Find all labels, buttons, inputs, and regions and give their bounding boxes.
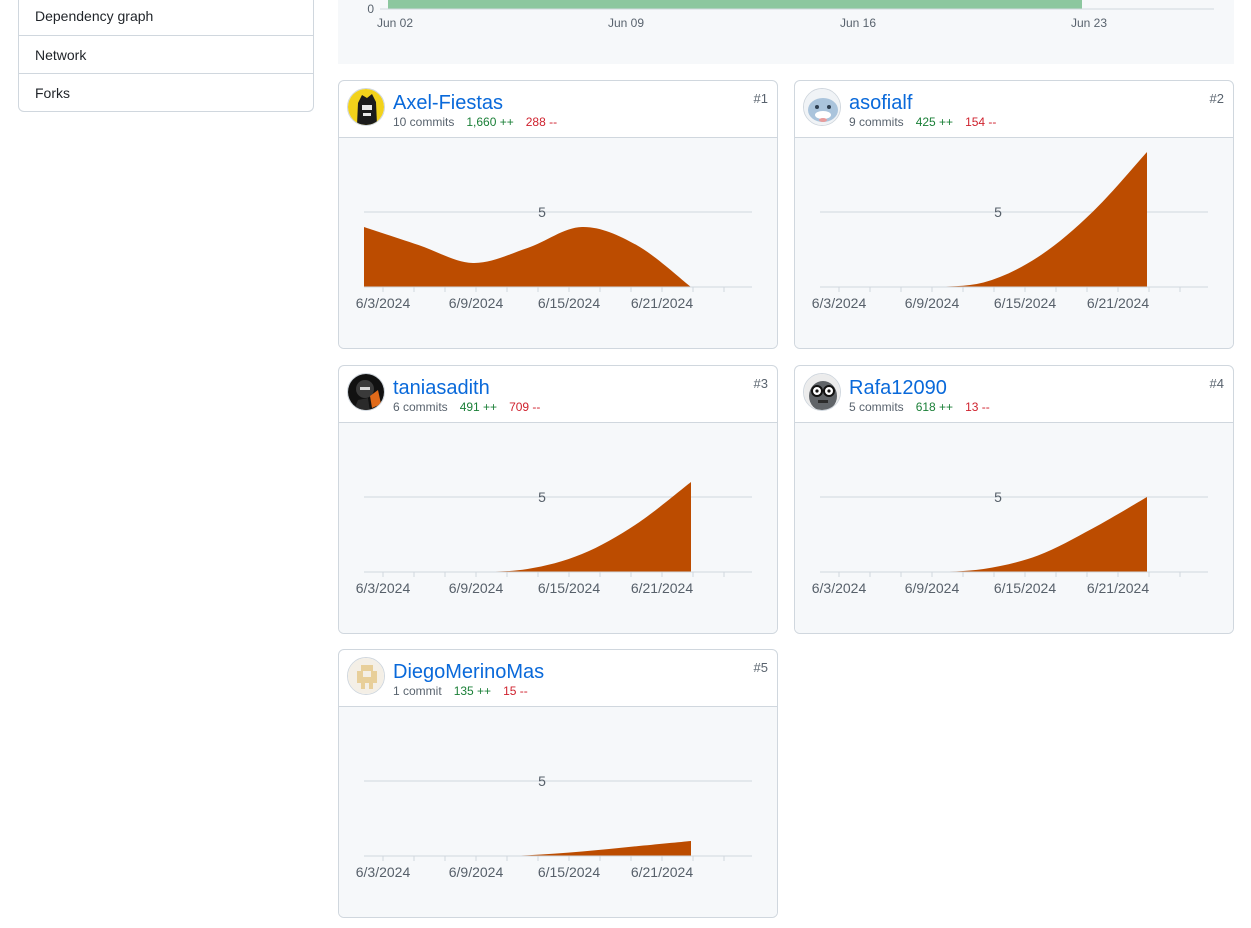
contributor-username-link[interactable]: Rafa12090 bbox=[849, 376, 947, 400]
x-tick-label: 6/3/2024 bbox=[812, 580, 867, 596]
contributor-card: Axel-Fiestas 10 commits 1,660 ++ 288 -- #1 5 6… bbox=[338, 80, 778, 349]
x-tick-label: 6/9/2024 bbox=[905, 580, 960, 596]
sidebar-item-network[interactable]: Network bbox=[19, 35, 313, 73]
contributor-username-link[interactable]: asofialf bbox=[849, 91, 912, 115]
commit-area-series bbox=[820, 152, 1147, 287]
contributor-card-header: Axel-Fiestas 10 commits 1,660 ++ 288 -- #1 bbox=[339, 81, 777, 138]
overview-x-tick-label: Jun 23 bbox=[1071, 16, 1107, 30]
y-tick-label: 5 bbox=[994, 489, 1002, 505]
avatar[interactable] bbox=[347, 88, 385, 126]
contributor-username-link[interactable]: taniasadith bbox=[393, 376, 490, 400]
x-tick-label: 6/21/2024 bbox=[631, 580, 693, 596]
additions-count: 135 ++ bbox=[453, 684, 492, 698]
overview-x-ticks: Jun 02 Jun 09 Jun 16 Jun 23 bbox=[377, 16, 1107, 30]
additions-count: 1,660 ++ bbox=[466, 115, 514, 129]
deletions-count: 15 -- bbox=[503, 684, 528, 698]
x-tick-label: 6/3/2024 bbox=[356, 864, 411, 880]
contributor-stats: 6 commits 491 ++ 709 -- bbox=[393, 400, 540, 414]
contributor-chart-svg: 5 6/3/2024 6/9/2024 6/15/2024 6/21/2024 bbox=[812, 152, 1208, 311]
additions-count: 425 ++ bbox=[915, 115, 954, 129]
contributor-commit-chart: 5 6/3/2024 6/9/2024 6/15/2024 6/21/2024 bbox=[795, 138, 1233, 348]
commit-area-series bbox=[820, 497, 1147, 572]
avatar[interactable] bbox=[347, 373, 385, 411]
x-tick-label: 6/9/2024 bbox=[449, 580, 504, 596]
contributor-card: asofialf 9 commits 425 ++ 154 -- #2 5 6/3/2024… bbox=[794, 80, 1234, 349]
overview-x-tick-label: Jun 02 bbox=[377, 16, 413, 30]
contributor-username-link[interactable]: Axel-Fiestas bbox=[393, 91, 503, 115]
overview-area bbox=[388, 0, 1082, 9]
deletions-count: 154 -- bbox=[965, 115, 997, 129]
contributor-chart-svg: 5 6/3/2024 6/9/2024 6/15/2024 6/21/2024 bbox=[356, 204, 752, 311]
insights-sidebar: Dependency graph Network Forks bbox=[18, 0, 314, 112]
y-tick-label: 5 bbox=[538, 489, 546, 505]
x-tick-label: 6/9/2024 bbox=[905, 295, 960, 311]
contributor-rank: #4 bbox=[1209, 376, 1224, 391]
contributor-commit-chart: 5 6/3/2024 6/9/2024 6/15/2024 6/21/2024 bbox=[339, 423, 777, 633]
contributor-stats: 5 commits 618 ++ 13 -- bbox=[849, 400, 990, 414]
commit-count: 1 commit bbox=[393, 684, 442, 698]
x-tick-label: 6/21/2024 bbox=[1087, 580, 1149, 596]
overview-y-tick: 0 bbox=[367, 2, 374, 16]
contributor-card: Rafa12090 5 commits 618 ++ 13 -- #4 5 6/3/2024… bbox=[794, 365, 1234, 634]
contributor-chart-svg: 5 6/3/2024 6/9/2024 6/15/2024 6/21/2024 bbox=[356, 773, 752, 880]
x-tick-label: 6/15/2024 bbox=[994, 295, 1056, 311]
contributor-rank: #5 bbox=[753, 660, 768, 675]
commit-area-series bbox=[364, 841, 691, 856]
commits-overview-chart: 0 Jun 02 Jun 09 Jun 16 Jun 23 bbox=[338, 0, 1234, 64]
y-tick-label: 5 bbox=[538, 773, 546, 789]
commit-count: 9 commits bbox=[849, 115, 904, 129]
x-tick-label: 6/9/2024 bbox=[449, 864, 504, 880]
additions-count: 491 ++ bbox=[459, 400, 498, 414]
contributor-card-header: asofialf 9 commits 425 ++ 154 -- #2 bbox=[795, 81, 1233, 138]
contributor-rank: #3 bbox=[753, 376, 768, 391]
contributor-commit-chart: 5 6/3/2024 6/9/2024 6/15/2024 6/21/2024 bbox=[339, 707, 777, 917]
commit-area-series bbox=[364, 482, 691, 572]
commit-count: 6 commits bbox=[393, 400, 448, 414]
contributor-commit-chart: 5 6/3/2024 6/9/2024 6/15/2024 6/21/2024 bbox=[795, 423, 1233, 633]
commit-area-series bbox=[364, 226, 691, 287]
contributor-rank: #1 bbox=[753, 91, 768, 106]
contributor-username-link[interactable]: DiegoMerinoMas bbox=[393, 660, 544, 684]
contributor-chart-svg: 5 6/3/2024 6/9/2024 6/15/2024 6/21/2024 bbox=[812, 489, 1208, 596]
contributor-chart-svg: 5 6/3/2024 6/9/2024 6/15/2024 6/21/2024 bbox=[356, 482, 752, 596]
x-tick-label: 6/3/2024 bbox=[812, 295, 867, 311]
overview-x-tick-label: Jun 09 bbox=[608, 16, 644, 30]
sidebar-item-forks[interactable]: Forks bbox=[19, 73, 313, 111]
overview-x-tick-label: Jun 16 bbox=[840, 16, 876, 30]
y-tick-label: 5 bbox=[538, 204, 546, 220]
contributor-card: taniasadith 6 commits 491 ++ 709 -- #3 5 6/3/2… bbox=[338, 365, 778, 634]
contributor-card-header: taniasadith 6 commits 491 ++ 709 -- #3 bbox=[339, 366, 777, 423]
x-tick-label: 6/9/2024 bbox=[449, 295, 504, 311]
contributor-card: DiegoMerinoMas 1 commit 135 ++ 15 -- #5 5 6/3/… bbox=[338, 649, 778, 918]
additions-count: 618 ++ bbox=[915, 400, 954, 414]
x-tick-label: 6/3/2024 bbox=[356, 580, 411, 596]
contributor-stats: 10 commits 1,660 ++ 288 -- bbox=[393, 115, 557, 129]
deletions-count: 709 -- bbox=[509, 400, 541, 414]
contributor-stats: 1 commit 135 ++ 15 -- bbox=[393, 684, 528, 698]
x-tick-label: 6/15/2024 bbox=[538, 864, 600, 880]
x-tick-label: 6/21/2024 bbox=[1087, 295, 1149, 311]
contributor-commit-chart: 5 6/3/2024 6/9/2024 6/15/2024 6/21/2024 bbox=[339, 138, 777, 348]
deletions-count: 13 -- bbox=[965, 400, 990, 414]
contributor-rank: #2 bbox=[1209, 91, 1224, 106]
commit-count: 5 commits bbox=[849, 400, 904, 414]
avatar[interactable] bbox=[803, 88, 841, 126]
x-tick-label: 6/21/2024 bbox=[631, 864, 693, 880]
deletions-count: 288 -- bbox=[525, 115, 558, 129]
y-tick-label: 5 bbox=[994, 204, 1002, 220]
avatar[interactable] bbox=[347, 657, 385, 695]
contributor-card-header: DiegoMerinoMas 1 commit 135 ++ 15 -- #5 bbox=[339, 650, 777, 707]
overview-chart-svg: 0 Jun 02 Jun 09 Jun 16 Jun 23 bbox=[367, 0, 1214, 30]
sidebar-item-dependency-graph[interactable]: Dependency graph bbox=[19, 0, 313, 35]
commit-count: 10 commits bbox=[393, 115, 455, 129]
x-tick-label: 6/15/2024 bbox=[538, 295, 600, 311]
contributor-card-header: Rafa12090 5 commits 618 ++ 13 -- #4 bbox=[795, 366, 1233, 423]
x-tick-label: 6/15/2024 bbox=[994, 580, 1056, 596]
x-tick-label: 6/3/2024 bbox=[356, 295, 411, 311]
x-tick-label: 6/15/2024 bbox=[538, 580, 600, 596]
contributor-stats: 9 commits 425 ++ 154 -- bbox=[849, 115, 996, 129]
x-tick-label: 6/21/2024 bbox=[631, 295, 693, 311]
avatar[interactable] bbox=[803, 373, 841, 411]
